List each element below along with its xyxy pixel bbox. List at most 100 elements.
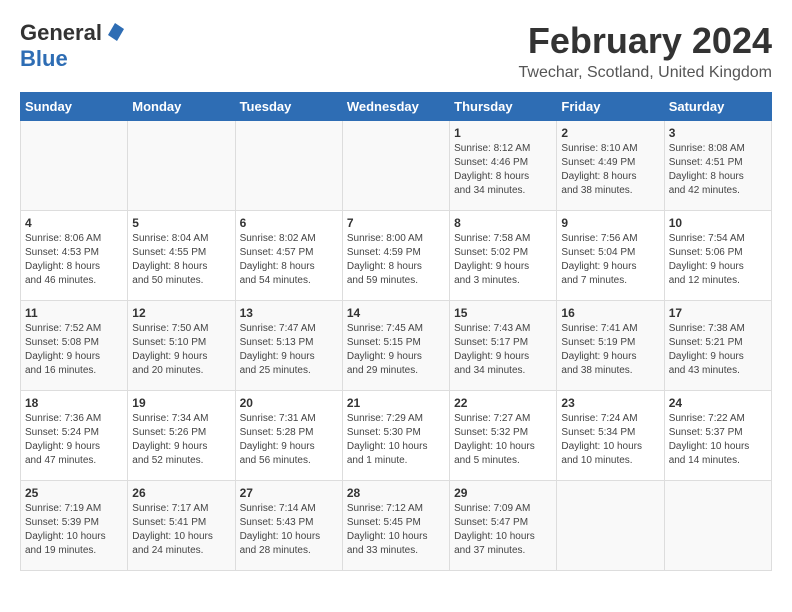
cell-content: Sunrise: 7:41 AM Sunset: 5:19 PM Dayligh… [561,322,659,378]
calendar-cell: 23Sunrise: 7:24 AM Sunset: 5:34 PM Dayli… [557,391,664,481]
day-number: 3 [669,126,767,140]
calendar-cell [342,121,449,211]
calendar-cell: 2 Sunrise: 8:10 AM Sunset: 4:49 PM Daylig… [557,121,664,211]
calendar-week-row: 25 Sunrise: 7:19 AM Sunset: 5:39 PM Dayli… [21,481,772,571]
calendar-cell: 22Sunrise: 7:27 AM Sunset: 5:32 PM Dayli… [450,391,557,481]
calendar-cell: 19 Sunrise: 7:34 AM Sunset: 5:26 PM Dayli… [128,391,235,481]
cell-content: Sunrise: 8:00 AM Sunset: 4:59 PM Dayligh… [347,232,445,288]
calendar-cell: 25 Sunrise: 7:19 AM Sunset: 5:39 PM Dayli… [21,481,128,571]
subtitle: Twechar, Scotland, United Kingdom [519,64,772,82]
calendar-cell: 9 Sunrise: 7:56 AM Sunset: 5:04 PM Daylig… [557,211,664,301]
calendar-cell: 29 Sunrise: 7:09 AM Sunset: 5:47 PM Dayli… [450,481,557,571]
day-number: 19 [132,396,230,410]
cell-content: Sunrise: 8:08 AM Sunset: 4:51 PM Dayligh… [669,142,767,198]
calendar-cell: 26Sunrise: 7:17 AM Sunset: 5:41 PM Dayli… [128,481,235,571]
main-title: February 2024 [519,20,772,62]
col-header-saturday: Saturday [664,93,771,121]
day-number: 7 [347,216,445,230]
cell-content: Sunrise: 7:27 AM Sunset: 5:32 PM Dayligh… [454,412,552,468]
cell-content: Sunrise: 7:31 AM Sunset: 5:28 PM Dayligh… [240,412,338,468]
logo-text-blue: Blue [20,46,68,71]
calendar-week-row: 11 Sunrise: 7:52 AM Sunset: 5:08 PM Dayli… [21,301,772,391]
calendar-cell: 3 Sunrise: 8:08 AM Sunset: 4:51 PM Daylig… [664,121,771,211]
day-number: 15 [454,306,552,320]
calendar-cell: 28 Sunrise: 7:12 AM Sunset: 5:45 PM Dayli… [342,481,449,571]
day-number: 24 [669,396,767,410]
cell-content: Sunrise: 7:22 AM Sunset: 5:37 PM Dayligh… [669,412,767,468]
calendar-cell: 15 Sunrise: 7:43 AM Sunset: 5:17 PM Dayli… [450,301,557,391]
day-number: 11 [25,306,123,320]
calendar-cell: 8 Sunrise: 7:58 AM Sunset: 5:02 PM Daylig… [450,211,557,301]
calendar-cell: 10 Sunrise: 7:54 AM Sunset: 5:06 PM Dayli… [664,211,771,301]
calendar-week-row: 4 Sunrise: 8:06 AM Sunset: 4:53 PM Daylig… [21,211,772,301]
day-number: 4 [25,216,123,230]
cell-content: Sunrise: 8:12 AM Sunset: 4:46 PM Dayligh… [454,142,552,198]
day-number: 27 [240,486,338,500]
calendar-table: SundayMondayTuesdayWednesdayThursdayFrid… [20,92,772,571]
cell-content: Sunrise: 7:52 AM Sunset: 5:08 PM Dayligh… [25,322,123,378]
cell-content: Sunrise: 8:06 AM Sunset: 4:53 PM Dayligh… [25,232,123,288]
day-number: 29 [454,486,552,500]
calendar-cell: 4 Sunrise: 8:06 AM Sunset: 4:53 PM Daylig… [21,211,128,301]
cell-content: Sunrise: 8:04 AM Sunset: 4:55 PM Dayligh… [132,232,230,288]
day-number: 1 [454,126,552,140]
col-header-sunday: Sunday [21,93,128,121]
cell-content: Sunrise: 7:38 AM Sunset: 5:21 PM Dayligh… [669,322,767,378]
calendar-cell: 5Sunrise: 8:04 AM Sunset: 4:55 PM Daylig… [128,211,235,301]
day-number: 2 [561,126,659,140]
cell-content: Sunrise: 7:47 AM Sunset: 5:13 PM Dayligh… [240,322,338,378]
calendar-cell: 11 Sunrise: 7:52 AM Sunset: 5:08 PM Dayli… [21,301,128,391]
calendar-header-row: SundayMondayTuesdayWednesdayThursdayFrid… [21,93,772,121]
calendar-cell: 12 Sunrise: 7:50 AM Sunset: 5:10 PM Dayli… [128,301,235,391]
logo-text-general: General [20,20,102,46]
calendar-cell [128,121,235,211]
cell-content: Sunrise: 7:12 AM Sunset: 5:45 PM Dayligh… [347,502,445,558]
calendar-cell: 20Sunrise: 7:31 AM Sunset: 5:28 PM Dayli… [235,391,342,481]
calendar-week-row: 1 Sunrise: 8:12 AM Sunset: 4:46 PM Daylig… [21,121,772,211]
day-number: 14 [347,306,445,320]
day-number: 10 [669,216,767,230]
day-number: 8 [454,216,552,230]
cell-content: Sunrise: 7:29 AM Sunset: 5:30 PM Dayligh… [347,412,445,468]
col-header-thursday: Thursday [450,93,557,121]
cell-content: Sunrise: 7:19 AM Sunset: 5:39 PM Dayligh… [25,502,123,558]
calendar-cell: 1 Sunrise: 8:12 AM Sunset: 4:46 PM Daylig… [450,121,557,211]
logo: General Blue [20,20,126,72]
cell-content: Sunrise: 7:43 AM Sunset: 5:17 PM Dayligh… [454,322,552,378]
cell-content: Sunrise: 7:58 AM Sunset: 5:02 PM Dayligh… [454,232,552,288]
col-header-tuesday: Tuesday [235,93,342,121]
calendar-cell: 13Sunrise: 7:47 AM Sunset: 5:13 PM Dayli… [235,301,342,391]
cell-content: Sunrise: 7:54 AM Sunset: 5:06 PM Dayligh… [669,232,767,288]
day-number: 21 [347,396,445,410]
day-number: 25 [25,486,123,500]
col-header-wednesday: Wednesday [342,93,449,121]
calendar-cell: 17 Sunrise: 7:38 AM Sunset: 5:21 PM Dayli… [664,301,771,391]
cell-content: Sunrise: 7:14 AM Sunset: 5:43 PM Dayligh… [240,502,338,558]
day-number: 9 [561,216,659,230]
day-number: 18 [25,396,123,410]
title-block: February 2024 Twechar, Scotland, United … [519,20,772,82]
calendar-week-row: 18 Sunrise: 7:36 AM Sunset: 5:24 PM Dayli… [21,391,772,481]
day-number: 12 [132,306,230,320]
cell-content: Sunrise: 7:09 AM Sunset: 5:47 PM Dayligh… [454,502,552,558]
day-number: 16 [561,306,659,320]
calendar-cell [557,481,664,571]
calendar-cell: 16 Sunrise: 7:41 AM Sunset: 5:19 PM Dayli… [557,301,664,391]
col-header-friday: Friday [557,93,664,121]
col-header-monday: Monday [128,93,235,121]
page-header: General Blue February 2024 Twechar, Scot… [20,20,772,82]
day-number: 26 [132,486,230,500]
calendar-cell: 21 Sunrise: 7:29 AM Sunset: 5:30 PM Dayli… [342,391,449,481]
calendar-cell [235,121,342,211]
cell-content: Sunrise: 7:36 AM Sunset: 5:24 PM Dayligh… [25,412,123,468]
day-number: 17 [669,306,767,320]
cell-content: Sunrise: 7:24 AM Sunset: 5:34 PM Dayligh… [561,412,659,468]
day-number: 28 [347,486,445,500]
cell-content: Sunrise: 7:50 AM Sunset: 5:10 PM Dayligh… [132,322,230,378]
cell-content: Sunrise: 7:34 AM Sunset: 5:26 PM Dayligh… [132,412,230,468]
calendar-cell [664,481,771,571]
cell-content: Sunrise: 8:10 AM Sunset: 4:49 PM Dayligh… [561,142,659,198]
cell-content: Sunrise: 7:45 AM Sunset: 5:15 PM Dayligh… [347,322,445,378]
cell-content: Sunrise: 7:56 AM Sunset: 5:04 PM Dayligh… [561,232,659,288]
calendar-cell: 18 Sunrise: 7:36 AM Sunset: 5:24 PM Dayli… [21,391,128,481]
